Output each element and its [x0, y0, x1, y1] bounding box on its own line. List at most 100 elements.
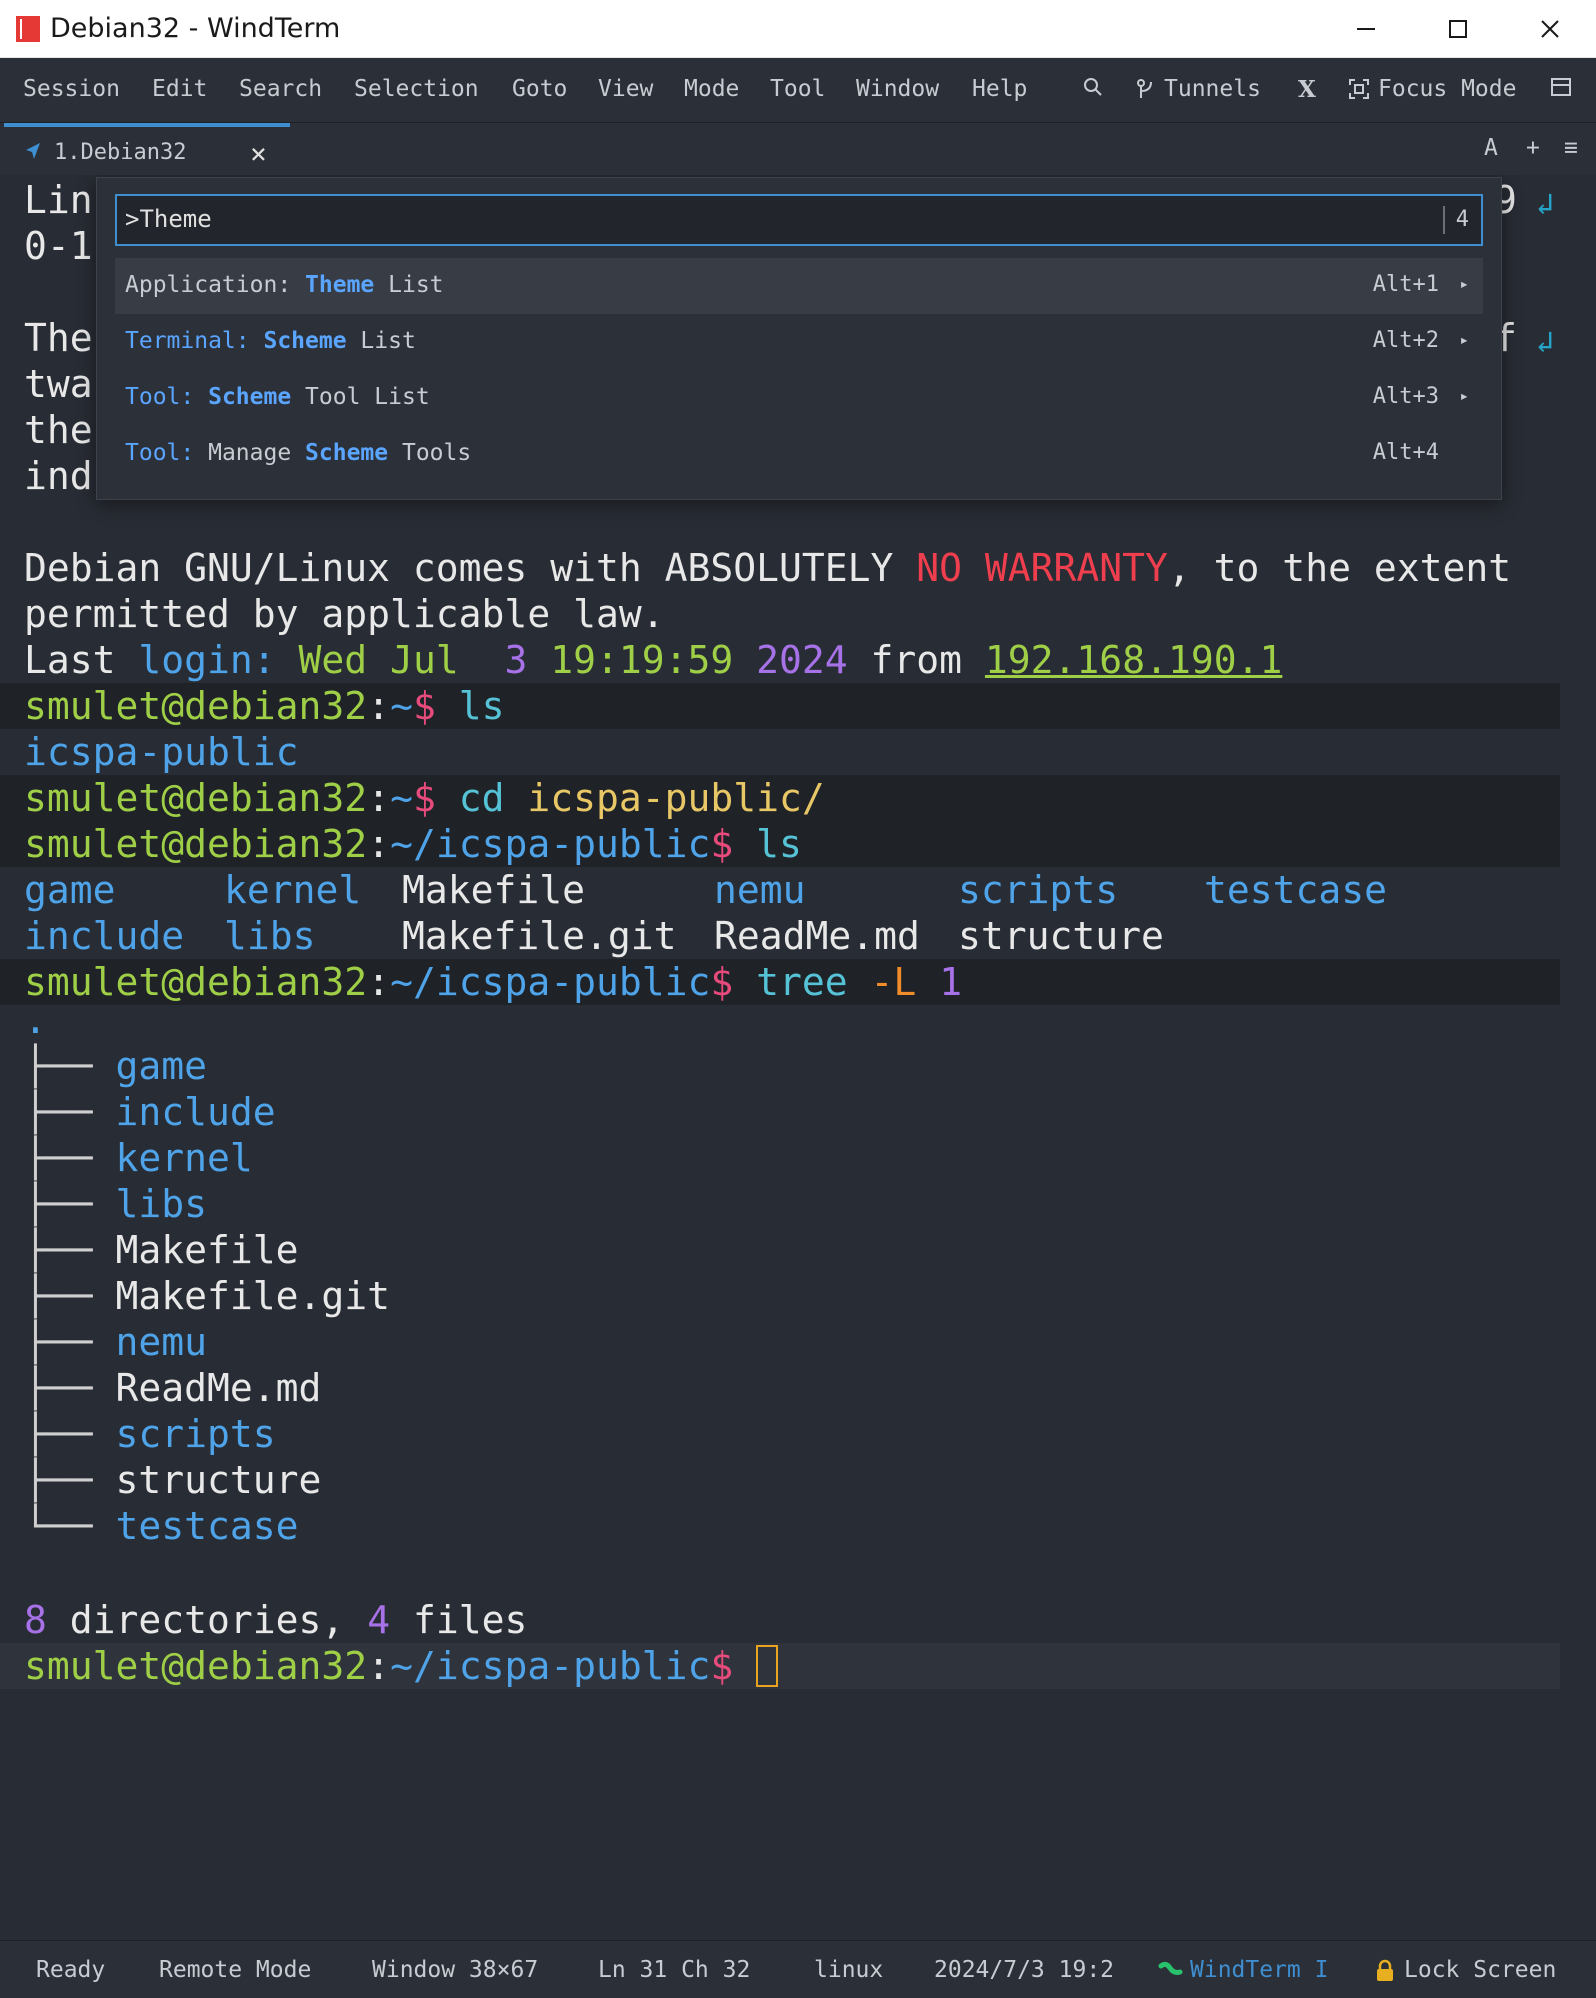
ls-entry: testcase — [1204, 868, 1388, 912]
tree-branch: ├── — [24, 1044, 116, 1088]
windterm-logo-icon — [16, 16, 40, 42]
tree-entry: ├── structure — [24, 1457, 321, 1503]
prompt-line: smulet@debian32:~/icspa-public$ tree -L … — [24, 960, 963, 1004]
tab-close-button[interactable]: × — [250, 137, 267, 170]
tunnel-icon — [1137, 79, 1152, 98]
submenu-arrow-icon: ▸ — [1459, 386, 1469, 405]
menu-search[interactable]: Search — [239, 76, 322, 102]
tab-menu-button[interactable]: ≡ — [1564, 135, 1578, 161]
status-app-button[interactable]: WindTerm I — [1158, 1957, 1328, 1983]
status-window[interactable]: Window 38×67 — [372, 1957, 538, 1983]
prompt-line: smulet@debian32:~$ ls — [24, 684, 505, 728]
tree-entry-name: include — [115, 1090, 276, 1134]
ls-entry: nemu — [714, 868, 806, 912]
tree-entry-name: Makefile.git — [115, 1274, 391, 1318]
ls-entry: libs — [224, 914, 316, 958]
ls-entry: Makefile.git — [402, 914, 677, 958]
line-wrap-icon: ↲ — [1536, 187, 1555, 222]
submenu-arrow-icon: ▸ — [1459, 330, 1469, 349]
status-position[interactable]: Ln 31 Ch 32 — [598, 1957, 750, 1983]
tree-branch: ├── — [24, 1366, 116, 1410]
new-tab-button[interactable]: + — [1526, 135, 1540, 161]
palette-shortcut: Alt+4 — [1372, 440, 1439, 465]
status-ready: Ready — [36, 1957, 106, 1983]
search-button[interactable] — [1082, 76, 1112, 98]
tree-root: . — [24, 998, 47, 1042]
maximize-icon — [1449, 20, 1467, 38]
lock-icon — [1377, 1959, 1393, 1981]
window-title: Debian32 - WindTerm — [50, 13, 341, 44]
ls-output: icspa-public — [24, 730, 299, 774]
palette-result-item[interactable]: Tool: Manage Scheme Tools Alt+4 — [115, 426, 1483, 482]
focus-mode-button[interactable]: Focus Mode — [1348, 76, 1516, 102]
palette-result-label: Terminal: Scheme List — [125, 328, 416, 354]
menu-help[interactable]: Help — [972, 76, 1027, 102]
palette-shortcut: Alt+2 — [1372, 328, 1439, 353]
menu-edit[interactable]: Edit — [152, 76, 207, 102]
menu-selection[interactable]: Selection — [354, 76, 479, 102]
menu-view[interactable]: View — [598, 76, 653, 102]
windterm-worm-icon — [1158, 1961, 1183, 1975]
ip-link[interactable]: 192.168.190.1 — [985, 638, 1282, 682]
palette-result-item[interactable]: Application: Theme List Alt+1 ▸ — [115, 258, 1483, 314]
terminal-output[interactable]: Lin 0-1 The twa the ind 9 f ↲ ↲ Debian G… — [0, 175, 1596, 1940]
send-arrow-icon — [26, 143, 40, 159]
command-palette: >Theme 4 Application: Theme List Alt+1 ▸ Te… — [96, 177, 1502, 500]
tree-entry-name: testcase — [115, 1504, 299, 1548]
tree-branch: ├── — [24, 1182, 116, 1226]
menu-window[interactable]: Window — [856, 76, 939, 102]
status-mode[interactable]: Remote Mode — [159, 1957, 311, 1983]
warranty-line-2: permitted by applicable law. — [24, 592, 665, 636]
tree-entry: ├── libs — [24, 1181, 207, 1227]
minimize-button[interactable] — [1320, 0, 1412, 58]
tree-branch: ├── — [24, 1136, 116, 1180]
tunnels-button[interactable]: Tunnels — [1136, 76, 1261, 102]
ls-entry: structure — [958, 914, 1164, 958]
tab-debian32[interactable]: 1.Debian32 × — [4, 123, 290, 175]
palette-result-label: Tool: Manage Scheme Tools — [125, 440, 472, 466]
menu-goto[interactable]: Goto — [512, 76, 567, 102]
tree-entry: ├── nemu — [24, 1319, 207, 1365]
tree-entry-name: nemu — [115, 1320, 208, 1364]
text-cursor — [756, 1644, 779, 1687]
current-prompt-line: smulet@debian32:~/icspa-public$ — [24, 1643, 779, 1689]
menu-session[interactable]: Session — [23, 76, 120, 102]
font-button[interactable]: A — [1484, 135, 1498, 161]
tree-summary: 8 directories, 4 files — [24, 1598, 528, 1642]
partial-line-6: ind — [24, 454, 93, 498]
status-os[interactable]: linux — [814, 1957, 883, 1983]
command-palette-input[interactable]: >Theme 4 — [115, 194, 1483, 246]
palette-shortcut: Alt+3 — [1372, 384, 1439, 409]
lock-screen-button[interactable]: Lock Screen — [1374, 1957, 1556, 1983]
palette-result-item[interactable]: Terminal: Scheme List Alt+2 ▸ — [115, 314, 1483, 370]
tree-branch: ├── — [24, 1274, 116, 1318]
tree-branch: ├── — [24, 1090, 116, 1134]
partial-line-1: Lin — [24, 178, 93, 222]
tree-branch: └── — [24, 1504, 116, 1548]
tab-label: 1.Debian32 — [54, 140, 187, 165]
menu-bar: Session Edit Search Selection Goto View … — [0, 58, 1596, 123]
warranty-line: Debian GNU/Linux comes with ABSOLUTELY N… — [24, 546, 1512, 590]
partial-line-5: the — [24, 408, 93, 452]
palette-result-item[interactable]: Tool: Scheme Tool List Alt+3 ▸ — [115, 370, 1483, 426]
layout-button[interactable] — [1550, 76, 1580, 98]
menu-tool[interactable]: Tool — [770, 76, 825, 102]
tree-entry-name: libs — [115, 1182, 208, 1226]
tree-entry: ├── Makefile.git — [24, 1273, 390, 1319]
partial-line-4: twa — [24, 362, 93, 406]
focus-icon — [1349, 79, 1369, 99]
close-window-button[interactable] — [1504, 0, 1596, 58]
menu-mode[interactable]: Mode — [684, 76, 739, 102]
partial-line-3: The — [24, 316, 93, 360]
ls-entry: kernel — [224, 868, 362, 912]
tree-entry-name: ReadMe.md — [115, 1366, 322, 1410]
ls-entry: game — [24, 868, 116, 912]
x-button[interactable]: X — [1298, 76, 1316, 103]
close-icon — [1541, 20, 1559, 38]
maximize-button[interactable] — [1412, 0, 1504, 58]
tree-branch: ├── — [24, 1320, 116, 1364]
ls-entry: scripts — [958, 868, 1119, 912]
tree-entry: ├── Makefile — [24, 1227, 299, 1273]
tree-entry-name: Makefile — [115, 1228, 299, 1272]
tree-entry: ├── ReadMe.md — [24, 1365, 321, 1411]
